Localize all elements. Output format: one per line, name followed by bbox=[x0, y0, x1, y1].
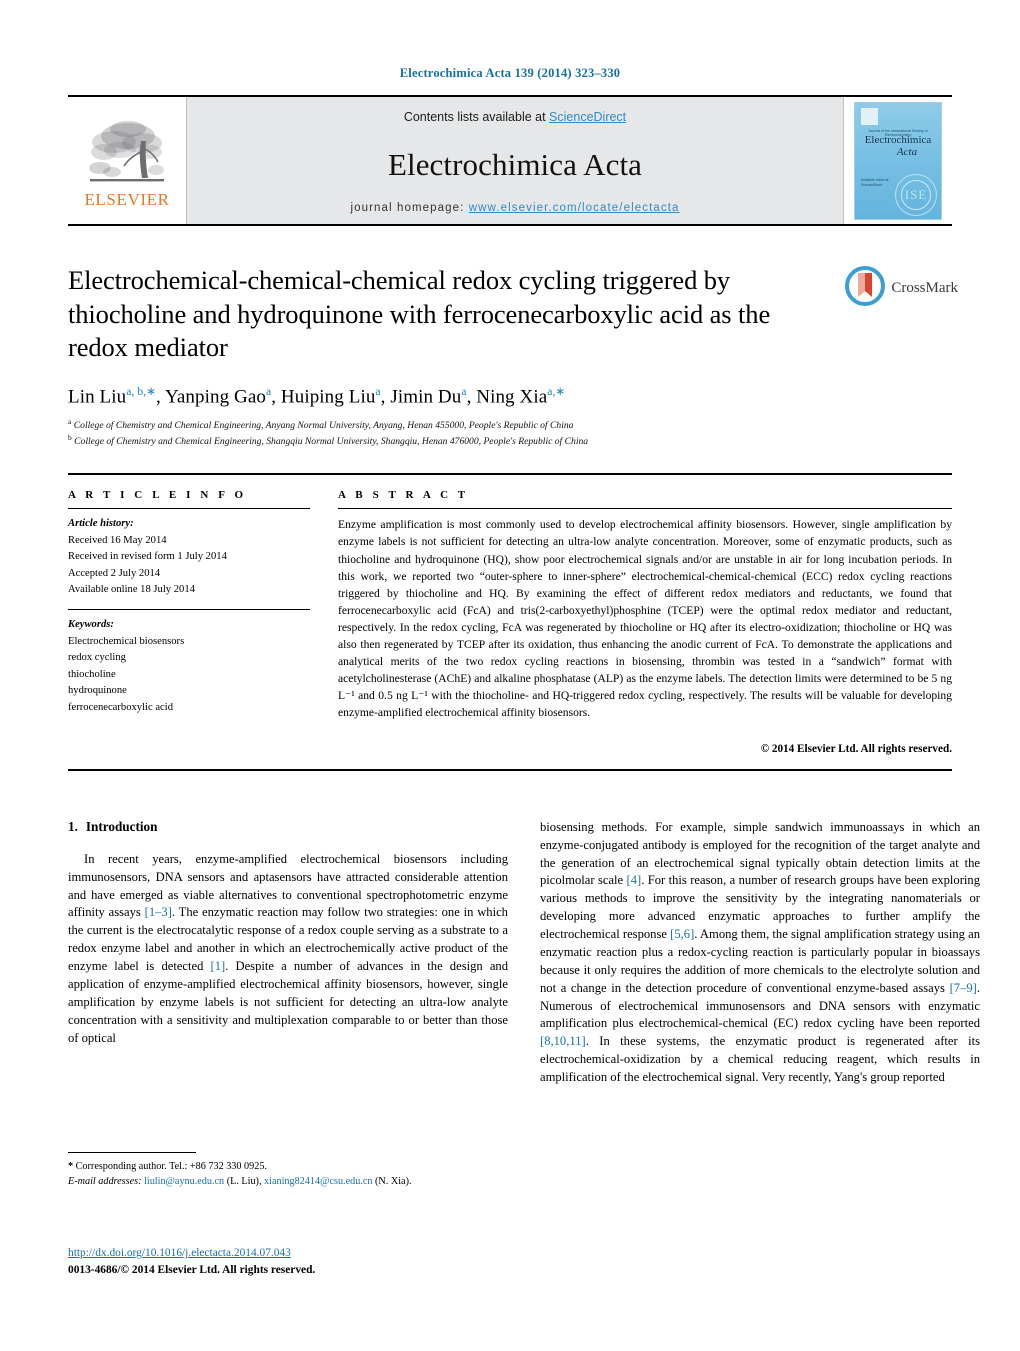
body-column-left: 1. Introduction In recent years, enzyme-a… bbox=[68, 819, 508, 1097]
journal-masthead: ELSEVIER Contents lists available at Sci… bbox=[68, 95, 952, 226]
intro-paragraph-right: biosensing methods. For example, simple … bbox=[540, 819, 980, 1085]
author-list: Lin Liua, b,∗, Yanping Gaoa, Huiping Liu… bbox=[68, 385, 566, 408]
email-addresses-note: E-mail addresses: liulin@aynu.edu.cn (L.… bbox=[68, 1176, 412, 1188]
article-page: Electrochimica Acta 139 (2014) 323–330 E… bbox=[0, 0, 1020, 1351]
article-history-item: Received 16 May 2014 bbox=[68, 534, 167, 546]
abstract-text: Enzyme amplification is most commonly us… bbox=[338, 518, 952, 719]
section-number: 1. bbox=[68, 818, 78, 834]
article-history-item: Available online 18 July 2014 bbox=[68, 584, 195, 596]
info-abstract-section: A R T I C L E I N F O Article history: R… bbox=[68, 473, 952, 772]
cover-title-line2: Acta bbox=[896, 146, 918, 159]
intro-paragraph-left: In recent years, enzyme-amplified electr… bbox=[68, 851, 508, 1045]
keywords-list: Electrochemical biosensors redox cycling t… bbox=[68, 634, 310, 716]
cover-elsevier-mark bbox=[861, 107, 878, 125]
abstract-copyright: © 2014 Elsevier Ltd. All rights reserved… bbox=[760, 742, 952, 755]
sciencedirect-link[interactable]: ScienceDirect bbox=[549, 110, 626, 124]
ise-society-label: ISE bbox=[904, 186, 928, 202]
title-block: CrossMark Electrochemical-chemical-chemi… bbox=[68, 264, 958, 449]
journal-title: Electrochimica Acta bbox=[387, 146, 643, 182]
crossmark-label: CrossMark bbox=[891, 280, 958, 296]
elsevier-tree-icon bbox=[84, 116, 170, 190]
section-heading-introduction: 1. Introduction bbox=[68, 819, 508, 835]
article-history-item: Received in revised form 1 July 2014 bbox=[68, 551, 227, 563]
keyword-item: redox cycling bbox=[68, 652, 126, 664]
keyword-item: Electrochemical biosensors bbox=[68, 635, 185, 647]
page-title: Electrochemical-chemical-chemical redox … bbox=[68, 265, 771, 363]
cover-imprint: Available online at ScienceDirect bbox=[861, 177, 889, 187]
cover-card: Journal of the International Society of … bbox=[854, 101, 942, 220]
article-info-column: A R T I C L E I N F O Article history: R… bbox=[68, 489, 310, 754]
article-history-item: Accepted 2 July 2014 bbox=[68, 567, 161, 579]
contents-available-line: Contents lists available at ScienceDirec… bbox=[404, 110, 626, 124]
crossmark-badge[interactable]: CrossMark bbox=[845, 266, 958, 311]
contents-prefix: Contents lists available at bbox=[403, 110, 550, 124]
keywords-label: Keywords: bbox=[68, 619, 114, 631]
body-column-right: biosensing methods. For example, simple … bbox=[540, 819, 980, 1097]
issn-copyright-line: 0013-4686/© 2014 Elsevier Ltd. All right… bbox=[68, 1263, 316, 1276]
journal-cover-thumbnail[interactable]: Journal of the International Society of … bbox=[844, 97, 952, 224]
keyword-item: ferrocenecarboxylic acid bbox=[68, 701, 173, 713]
crossmark-icon bbox=[845, 266, 886, 311]
footnote-rule bbox=[68, 1152, 196, 1153]
section-title: Introduction bbox=[85, 818, 158, 834]
article-history-list: Received 16 May 2014 Received in revised … bbox=[68, 533, 310, 599]
keyword-item: hydroquinone bbox=[68, 685, 127, 697]
running-head: Electrochimica Acta 139 (2014) 323–330 bbox=[399, 66, 621, 80]
homepage-prefix: journal homepage: bbox=[350, 202, 469, 214]
abstract-rule bbox=[338, 508, 952, 510]
elsevier-wordmark: ELSEVIER bbox=[84, 189, 170, 209]
abstract-column: A B S T R A C T Enzyme amplification is … bbox=[338, 489, 952, 755]
keywords-rule bbox=[68, 609, 310, 611]
keyword-item: thiocholine bbox=[68, 668, 116, 680]
corresponding-author-note: * Corresponding author. Tel.: +86 732 33… bbox=[68, 1161, 267, 1172]
cover-title-line1: Electrochimica bbox=[864, 133, 932, 146]
body-columns: 1. Introduction In recent years, enzyme-a… bbox=[68, 819, 980, 1097]
abstract-heading: A B S T R A C T bbox=[338, 489, 469, 502]
cover-title: Electrochimica Acta bbox=[855, 134, 941, 159]
affiliation-list: a College of Chemistry and Chemical Engi… bbox=[68, 417, 832, 449]
elsevier-logo: ELSEVIER bbox=[68, 97, 186, 224]
footer-doi-block: http://dx.doi.org/10.1016/j.electacta.20… bbox=[68, 1243, 528, 1278]
affiliation: b College of Chemistry and Chemical Engi… bbox=[68, 433, 589, 448]
footnote-block: * Corresponding author. Tel.: +86 732 33… bbox=[68, 1152, 508, 1190]
affiliation: a College of Chemistry and Chemical Engi… bbox=[68, 417, 574, 432]
article-history-label: Article history: bbox=[68, 518, 134, 530]
ise-society-logo: ISE bbox=[895, 173, 937, 216]
doi-link[interactable]: http://dx.doi.org/10.1016/j.electacta.20… bbox=[68, 1247, 291, 1259]
article-info-rule bbox=[68, 508, 310, 510]
article-info-heading: A R T I C L E I N F O bbox=[68, 489, 247, 502]
journal-homepage-link[interactable]: www.elsevier.com/locate/electacta bbox=[469, 202, 680, 214]
masthead-center: Contents lists available at ScienceDirec… bbox=[186, 97, 844, 224]
journal-homepage-line: journal homepage: www.elsevier.com/locat… bbox=[350, 202, 679, 214]
